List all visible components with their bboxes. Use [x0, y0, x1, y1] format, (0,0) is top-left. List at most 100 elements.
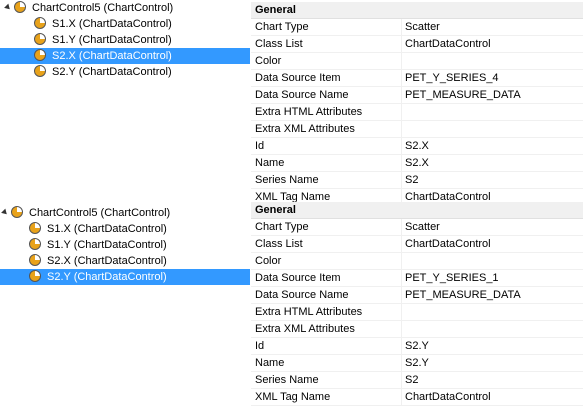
property-name: Extra XML Attributes — [255, 323, 355, 335]
collapse-triangle-icon[interactable] — [1, 208, 9, 217]
property-name: Name — [255, 157, 285, 169]
property-row[interactable]: Id S2.X — [251, 138, 583, 155]
property-name: Id — [255, 140, 265, 152]
chart-data-icon — [11, 206, 23, 218]
tree-node-label: S2.Y (ChartDataControl) — [52, 66, 172, 78]
column-divider — [401, 36, 402, 52]
panel-top: ChartControl5 (ChartControl) S1.X (ChartD… — [0, 0, 583, 206]
property-category-header[interactable]: General — [251, 2, 583, 19]
property-category-header[interactable]: General — [251, 202, 583, 219]
property-row[interactable]: Extra HTML Attributes — [251, 104, 583, 121]
property-name: Chart Type — [255, 221, 309, 233]
column-divider — [401, 355, 402, 371]
property-name: Series Name — [255, 174, 319, 186]
chart-data-icon — [29, 254, 41, 266]
collapse-triangle-icon[interactable] — [4, 3, 12, 12]
property-row[interactable]: Class List ChartDataControl — [251, 36, 583, 53]
property-name: Extra HTML Attributes — [255, 306, 363, 318]
property-row[interactable]: Data Source Name PET_MEASURE_DATA — [251, 287, 583, 304]
column-divider — [401, 138, 402, 154]
property-row[interactable]: Extra XML Attributes — [251, 121, 583, 138]
property-row[interactable]: Data Source Name PET_MEASURE_DATA — [251, 87, 583, 104]
property-name: Class List — [255, 238, 303, 250]
tree-node-item[interactable]: S1.X (ChartDataControl) — [29, 221, 169, 237]
property-row[interactable]: Chart Type Scatter — [251, 219, 583, 236]
property-value[interactable]: ChartDataControl — [405, 389, 491, 405]
chart-data-icon — [34, 49, 46, 61]
property-row[interactable]: Chart Type Scatter — [251, 19, 583, 36]
property-name: Color — [255, 55, 282, 67]
property-row[interactable]: Color — [251, 253, 583, 270]
column-divider — [401, 121, 402, 137]
property-row[interactable]: Class List ChartDataControl — [251, 236, 583, 253]
property-value[interactable]: PET_Y_SERIES_1 — [405, 270, 499, 286]
tree-node-label: ChartControl5 (ChartControl) — [29, 207, 171, 219]
property-value[interactable]: S2 — [405, 372, 418, 388]
tree-node-label: S1.Y (ChartDataControl) — [47, 239, 167, 251]
column-divider — [401, 287, 402, 303]
property-row[interactable]: Id S2.Y — [251, 338, 583, 355]
property-row[interactable]: Name S2.X — [251, 155, 583, 172]
panel-bottom: ChartControl5 (ChartControl) S1.X (ChartD… — [0, 200, 583, 407]
property-name: Extra HTML Attributes — [255, 106, 363, 118]
property-value[interactable]: ChartDataControl — [405, 36, 491, 52]
property-value[interactable]: Scatter — [405, 219, 440, 235]
property-value[interactable]: PET_MEASURE_DATA — [405, 87, 521, 103]
property-row[interactable]: Color — [251, 53, 583, 70]
property-name: XML Tag Name — [255, 391, 331, 403]
property-value[interactable]: S2 — [405, 172, 418, 188]
property-value[interactable]: PET_MEASURE_DATA — [405, 287, 521, 303]
property-name: Class List — [255, 38, 303, 50]
property-value[interactable]: PET_Y_SERIES_4 — [405, 70, 499, 86]
column-divider — [401, 236, 402, 252]
property-value[interactable]: S2.X — [405, 138, 429, 154]
tree-node-label: S2.X (ChartDataControl) — [52, 50, 172, 62]
column-divider — [401, 70, 402, 86]
property-value[interactable]: Scatter — [405, 19, 440, 35]
tree-node-item[interactable]: S1.Y (ChartDataControl) — [34, 32, 174, 48]
chart-data-icon — [34, 17, 46, 29]
property-value[interactable]: S2.X — [405, 155, 429, 171]
chart-data-icon — [34, 65, 46, 77]
property-row[interactable]: Series Name S2 — [251, 172, 583, 189]
tree-node-item[interactable]: S2.Y (ChartDataControl) — [29, 269, 169, 285]
tree-node-item[interactable]: S2.X (ChartDataControl) — [34, 48, 174, 64]
property-grid: General Chart Type Scatter Class List ChartD… — [251, 2, 583, 206]
property-name: Data Source Name — [255, 289, 349, 301]
property-row[interactable]: Extra HTML Attributes — [251, 304, 583, 321]
tree-node-label: S1.X (ChartDataControl) — [52, 18, 172, 30]
property-row[interactable]: Data Source Item PET_Y_SERIES_1 — [251, 270, 583, 287]
tree-node-label: S2.Y (ChartDataControl) — [47, 271, 167, 283]
column-divider — [401, 53, 402, 69]
chart-data-icon — [29, 222, 41, 234]
property-row[interactable]: XML Tag Name ChartDataControl — [251, 389, 583, 406]
property-row[interactable]: Data Source Item PET_Y_SERIES_4 — [251, 70, 583, 87]
chart-data-icon — [29, 270, 41, 282]
tree-node-label: S1.Y (ChartDataControl) — [52, 34, 172, 46]
tree-node-label: ChartControl5 (ChartControl) — [32, 2, 174, 14]
tree-node-item[interactable]: S2.Y (ChartDataControl) — [34, 64, 174, 80]
property-row[interactable]: Extra XML Attributes — [251, 321, 583, 338]
tree-node-label: S2.X (ChartDataControl) — [47, 255, 167, 267]
column-divider — [401, 321, 402, 337]
property-name: Extra XML Attributes — [255, 123, 355, 135]
property-row[interactable]: Series Name S2 — [251, 372, 583, 389]
property-name: Chart Type — [255, 21, 309, 33]
property-row[interactable]: Name S2.Y — [251, 355, 583, 372]
property-name: Name — [255, 357, 285, 369]
column-divider — [401, 304, 402, 320]
tree-node-root[interactable]: ChartControl5 (ChartControl) — [4, 0, 175, 16]
tree-node-item[interactable]: S2.X (ChartDataControl) — [29, 253, 169, 269]
tree-node-item[interactable]: S1.X (ChartDataControl) — [34, 16, 174, 32]
property-value[interactable]: ChartDataControl — [405, 236, 491, 252]
property-grid: General Chart Type Scatter Class List ChartD… — [251, 202, 583, 406]
column-divider — [401, 104, 402, 120]
property-value[interactable]: S2.Y — [405, 355, 429, 371]
tree-node-root[interactable]: ChartControl5 (ChartControl) — [1, 205, 172, 221]
property-name: Data Source Name — [255, 89, 349, 101]
column-divider — [401, 19, 402, 35]
property-value[interactable]: S2.Y — [405, 338, 429, 354]
column-divider — [401, 219, 402, 235]
property-name: Series Name — [255, 374, 319, 386]
tree-node-item[interactable]: S1.Y (ChartDataControl) — [29, 237, 169, 253]
